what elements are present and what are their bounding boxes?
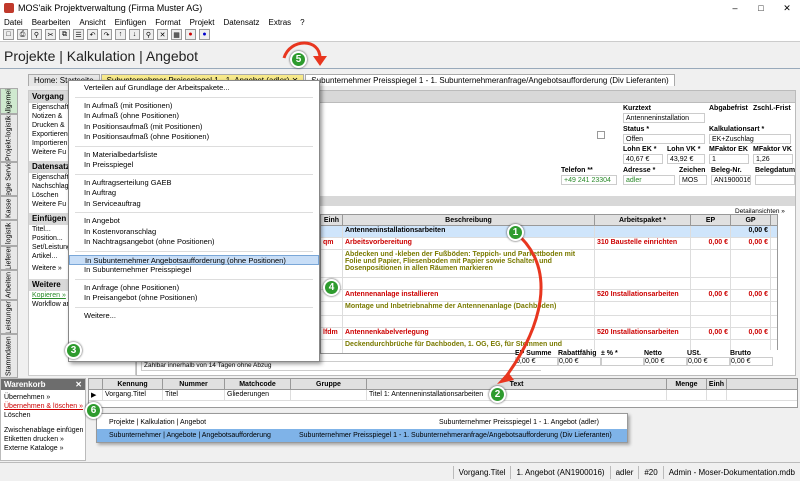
step-badge-6: 6 (85, 402, 102, 419)
step-badge-3: 3 (65, 342, 82, 359)
arrow-head (497, 372, 514, 384)
step-badge-4: 4 (323, 279, 340, 296)
annotation-overlay (282, 41, 543, 384)
status-bar: Vorgang.Titel 1. Angebot (AN1900016) adler… (0, 462, 800, 481)
step-badge-2: 2 (489, 386, 506, 403)
status-field-2: adler (609, 465, 639, 479)
status-field-4: Admin - Moser-Dokumentation.mdb (662, 465, 800, 479)
arrow-head (313, 56, 327, 66)
arrow-1-to-2 (503, 230, 543, 379)
status-field-1: 1. Angebot (AN1900016) (510, 465, 609, 479)
status-field-0: Vorgang.Titel (452, 465, 511, 479)
status-field-3: #20 (638, 465, 662, 479)
step-badge-1: 1 (507, 224, 524, 241)
step-badge-5: 5 (290, 51, 307, 68)
